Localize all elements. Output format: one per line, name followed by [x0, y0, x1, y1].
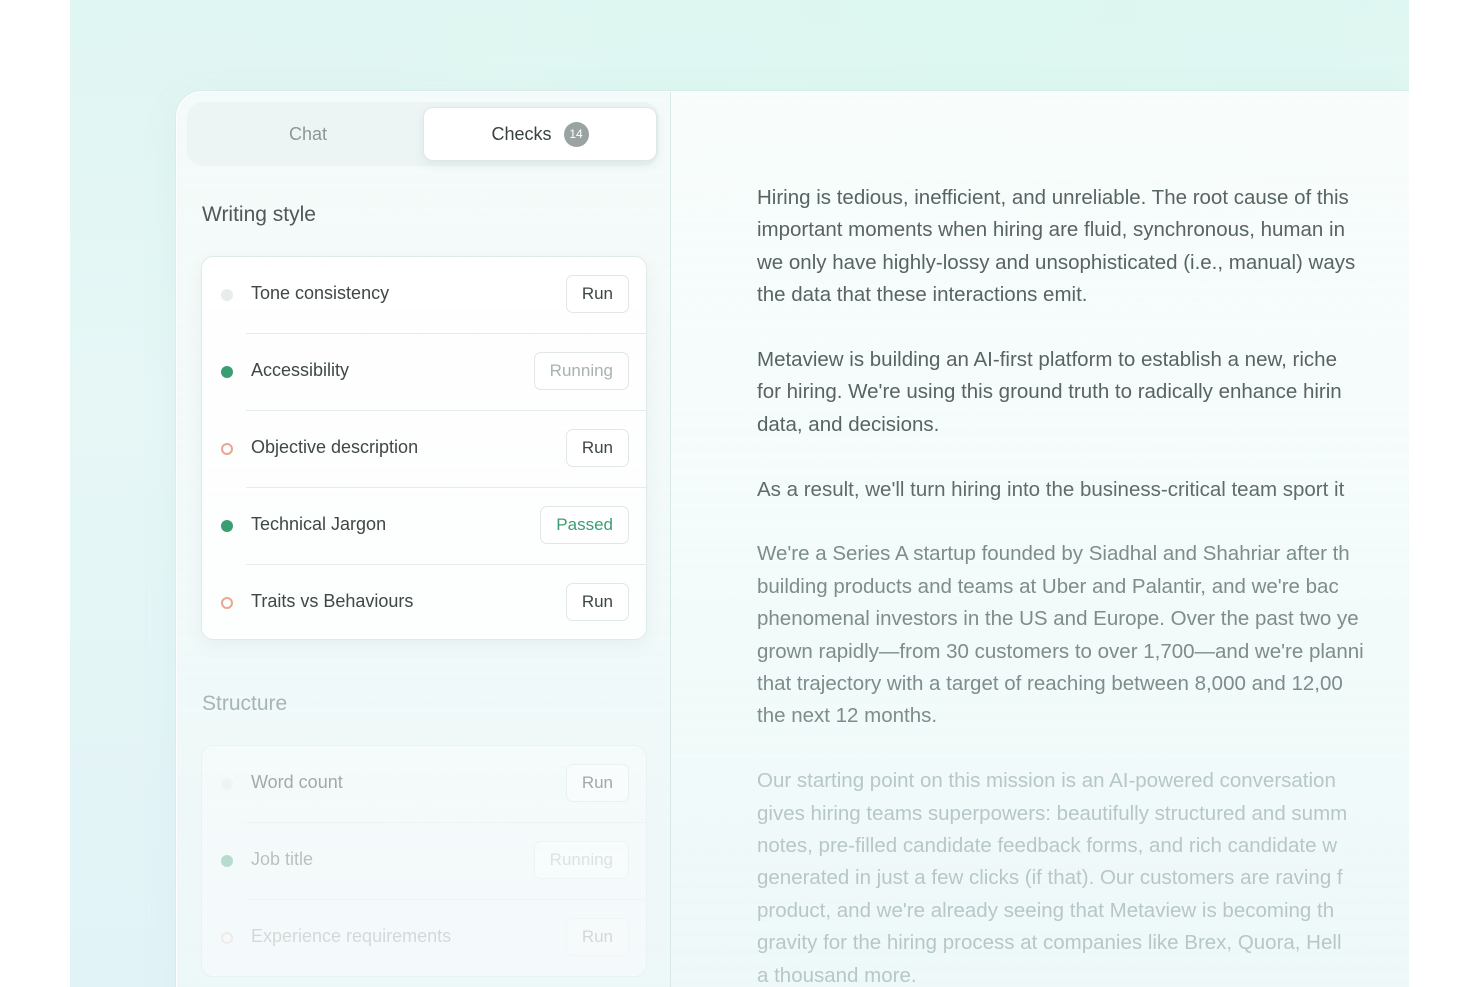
status-idle-dot-icon — [221, 778, 233, 790]
doc-paragraph: Metaview is building an AI-first platfor… — [757, 348, 1342, 436]
check-label: Technical Jargon — [251, 514, 387, 534]
status-warning-ring-icon — [221, 597, 233, 609]
run-button[interactable]: Run — [565, 918, 629, 956]
section-title-structure: Structure — [202, 692, 288, 715]
run-button[interactable]: Run — [565, 429, 629, 467]
check-row-job-title: Job title Running — [202, 823, 646, 900]
section-title-writing-style: Writing style — [202, 203, 316, 226]
check-row-technical-jargon: Technical Jargon Passed — [202, 488, 646, 565]
tab-chat-label: Chat — [288, 123, 328, 144]
status-running-dot-icon — [221, 855, 233, 867]
run-button[interactable]: Run — [565, 583, 629, 621]
check-row-traits-vs-behaviours: Traits vs Behaviours Run — [202, 565, 646, 642]
check-label: Job title — [251, 849, 314, 869]
status-running-dot-icon — [221, 366, 233, 378]
run-button[interactable]: Run — [565, 764, 629, 802]
status-warning-ring-icon — [221, 932, 233, 944]
tab-bar: Chat Checks 14 — [187, 102, 659, 166]
background-canvas: Chat Checks 14 Writing style Tone consis… — [70, 0, 1409, 987]
check-row-word-count: Word count Run — [202, 746, 646, 823]
check-label: Objective description — [251, 437, 419, 457]
running-button[interactable]: Running — [533, 352, 629, 390]
job-description-document[interactable]: Hiring is tedious, inefficient, and unre… — [757, 182, 1409, 987]
doc-paragraph: Hiring is tedious, inefficient, and unre… — [757, 186, 1356, 307]
writing-style-checks-card: Tone consistency Run Accessibility Runni… — [201, 256, 647, 640]
run-button[interactable]: Run — [565, 275, 629, 313]
checks-count-badge: 14 — [563, 121, 589, 147]
doc-paragraph: As a result, we'll turn hiring into the … — [757, 477, 1345, 501]
doc-paragraph: We're a Series A startup founded by Siad… — [757, 542, 1364, 728]
status-warning-ring-icon — [221, 443, 233, 455]
check-label: Experience requirements — [251, 926, 452, 946]
check-row-accessibility: Accessibility Running — [202, 334, 646, 411]
checks-sidebar: Chat Checks 14 Writing style Tone consis… — [177, 92, 671, 987]
check-label: Tone consistency — [251, 283, 390, 303]
status-passed-dot-icon — [221, 520, 233, 532]
status-idle-dot-icon — [221, 289, 233, 301]
check-label: Traits vs Behaviours — [251, 591, 414, 611]
structure-checks-card: Word count Run Job title Running Experie… — [201, 745, 647, 977]
tab-checks-label: Checks — [491, 123, 552, 144]
running-button[interactable]: Running — [533, 841, 629, 879]
check-label: Accessibility — [251, 360, 350, 380]
passed-badge[interactable]: Passed — [540, 506, 629, 544]
tab-chat[interactable]: Chat — [193, 107, 423, 161]
check-row-experience-requirements: Experience requirements Run — [202, 900, 646, 977]
tab-checks[interactable]: Checks 14 — [423, 107, 657, 161]
doc-paragraph: Our starting point on this mission is an… — [757, 769, 1348, 987]
check-label: Word count — [251, 772, 343, 792]
check-row-objective-description: Objective description Run — [202, 411, 646, 488]
app-window: Chat Checks 14 Writing style Tone consis… — [176, 91, 1409, 987]
check-row-tone-consistency: Tone consistency Run — [202, 257, 646, 334]
